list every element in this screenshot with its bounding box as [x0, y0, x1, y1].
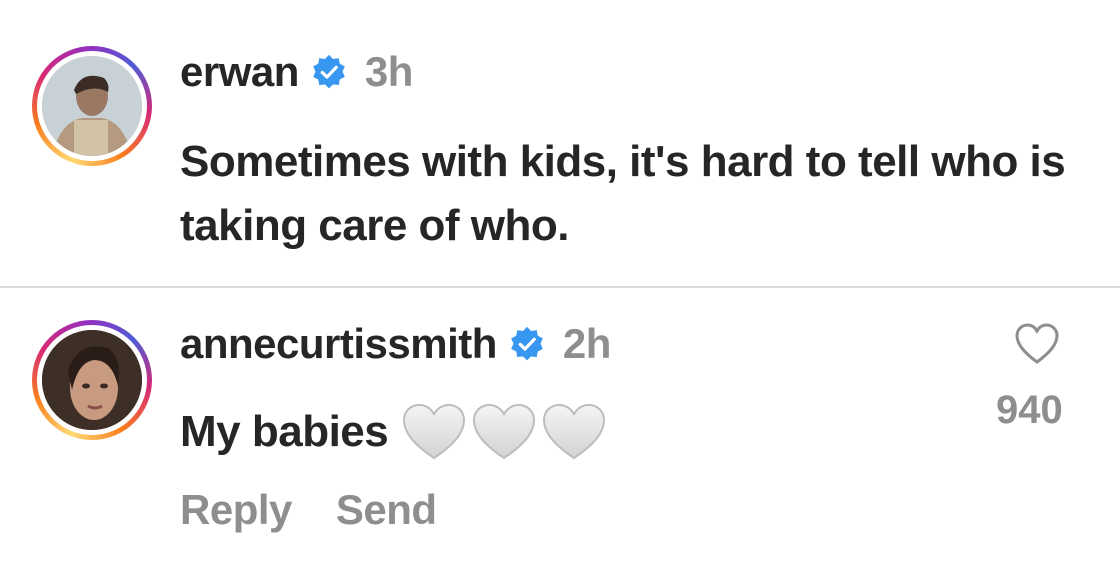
- comment-text: Sometimes with kids, it's hard to tell w…: [180, 137, 1066, 250]
- avatar-annecurtissmith[interactable]: [32, 320, 152, 440]
- comment-actions: Reply Send: [180, 486, 437, 534]
- username[interactable]: erwan: [180, 48, 299, 96]
- username[interactable]: annecurtissmith: [180, 320, 497, 368]
- send-button[interactable]: Send: [336, 486, 437, 534]
- comment-text: My babies: [180, 407, 389, 456]
- like-count: 940: [996, 388, 1063, 432]
- reply-button[interactable]: Reply: [180, 486, 292, 534]
- comment-header: annecurtissmith 2h: [180, 320, 611, 368]
- timestamp: 2h: [562, 320, 612, 367]
- profile-photo: [42, 56, 142, 156]
- avatar-erwan[interactable]: [32, 46, 152, 166]
- verified-badge-icon: [511, 326, 543, 361]
- emoji-group: [400, 402, 608, 462]
- verified-badge-icon: [313, 54, 345, 89]
- profile-photo: [42, 330, 142, 430]
- comment-text-row: My babies: [180, 400, 608, 464]
- timestamp: 3h: [364, 48, 414, 95]
- white-heart-icon: [543, 403, 606, 460]
- comment-header: erwan 3h: [180, 48, 413, 96]
- like-heart-icon[interactable]: [1014, 322, 1060, 366]
- white-heart-icon: [403, 403, 466, 460]
- divider: [0, 286, 1120, 288]
- white-heart-icon: [473, 403, 536, 460]
